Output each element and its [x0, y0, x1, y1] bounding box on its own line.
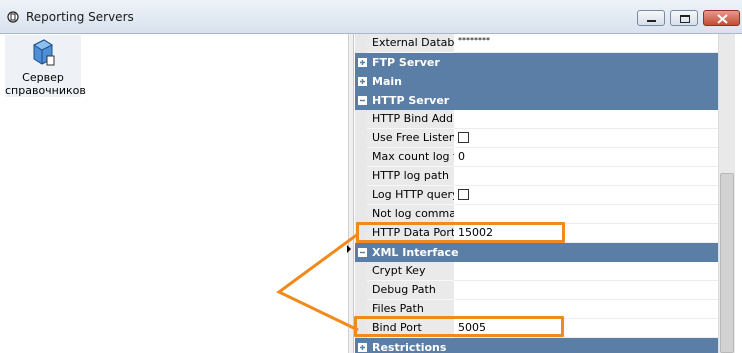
collapse-icon[interactable] — [358, 248, 367, 257]
use-free-listen-checkbox[interactable] — [454, 129, 718, 148]
window-title: Reporting Servers — [26, 10, 134, 24]
expand-icon[interactable] — [358, 58, 367, 67]
row-gutter — [355, 186, 367, 205]
row-gutter — [355, 34, 367, 53]
property-row-crypt-key[interactable]: Crypt Key — [355, 262, 718, 281]
expand-icon[interactable] — [358, 343, 367, 352]
log-http-query-checkbox[interactable] — [454, 186, 718, 205]
app-icon — [7, 11, 19, 23]
property-row-max-count-log-file[interactable]: Max count log file 0 — [355, 148, 718, 167]
property-name: HTTP log path — [367, 167, 454, 186]
category-label: FTP Server — [372, 56, 440, 69]
close-icon — [717, 14, 728, 24]
property-value[interactable]: 0 — [454, 148, 718, 167]
property-value[interactable] — [454, 281, 718, 300]
property-row-use-free-listen[interactable]: Use Free Listen F — [355, 129, 718, 148]
maximize-icon — [680, 15, 690, 23]
row-gutter — [355, 281, 367, 300]
property-grid: External Databas ******** FTP Server Mai… — [355, 34, 718, 353]
row-gutter — [355, 167, 367, 186]
close-button[interactable] — [703, 10, 740, 26]
property-value[interactable] — [454, 262, 718, 281]
property-row-log-http-query[interactable]: Log HTTP query — [355, 186, 718, 205]
property-row-debug-path[interactable]: Debug Path — [355, 281, 718, 300]
property-row-external-database[interactable]: External Databas ******** — [355, 34, 718, 53]
property-name: Debug Path — [367, 281, 454, 300]
maximize-button[interactable] — [670, 10, 698, 26]
property-name: External Databas — [367, 34, 454, 53]
property-name: Max count log file — [367, 148, 454, 167]
property-value[interactable] — [454, 110, 718, 129]
pane-splitter[interactable] — [348, 34, 354, 353]
category-xml-interface[interactable]: XML Interface — [355, 243, 718, 262]
property-name: Use Free Listen F — [367, 129, 454, 148]
category-restrictions[interactable]: Restrictions — [355, 338, 718, 353]
property-name: HTTP Bind Addre — [367, 110, 454, 129]
title-bar: Reporting Servers — [0, 0, 742, 34]
highlight-http-data-port — [356, 222, 565, 243]
scrollbar-thumb[interactable] — [720, 173, 734, 353]
property-row-http-bind-address[interactable]: HTTP Bind Addre — [355, 110, 718, 129]
server-cube-icon — [32, 39, 55, 66]
highlight-bind-port — [354, 316, 564, 337]
category-label: Restrictions — [372, 341, 447, 353]
server-item-label: Сервер справочников — [5, 71, 86, 97]
category-label: XML Interface — [372, 246, 459, 259]
row-gutter — [355, 262, 367, 281]
property-value[interactable] — [454, 167, 718, 186]
row-gutter — [355, 110, 367, 129]
property-name: Crypt Key — [367, 262, 454, 281]
row-gutter — [355, 148, 367, 167]
category-ftp-server[interactable]: FTP Server — [355, 53, 718, 72]
server-list-item[interactable]: Сервер справочников — [5, 35, 86, 97]
property-value[interactable]: ******** — [454, 34, 718, 53]
minimize-icon — [647, 20, 656, 22]
collapse-icon[interactable] — [358, 96, 367, 105]
expand-icon[interactable] — [358, 77, 367, 86]
server-label-line1: Сервер — [22, 71, 64, 84]
minimize-button[interactable] — [637, 10, 665, 26]
property-name: Log HTTP query — [367, 186, 454, 205]
category-label: HTTP Server — [372, 94, 450, 107]
vertical-scrollbar[interactable] — [718, 34, 735, 353]
category-label: Main — [372, 75, 402, 88]
category-main[interactable]: Main — [355, 72, 718, 91]
category-http-server[interactable]: HTTP Server — [355, 91, 718, 110]
row-gutter — [355, 129, 367, 148]
property-row-http-log-path[interactable]: HTTP log path — [355, 167, 718, 186]
splitter-arrow-icon — [347, 245, 351, 253]
server-label-line2: справочников — [5, 84, 86, 97]
